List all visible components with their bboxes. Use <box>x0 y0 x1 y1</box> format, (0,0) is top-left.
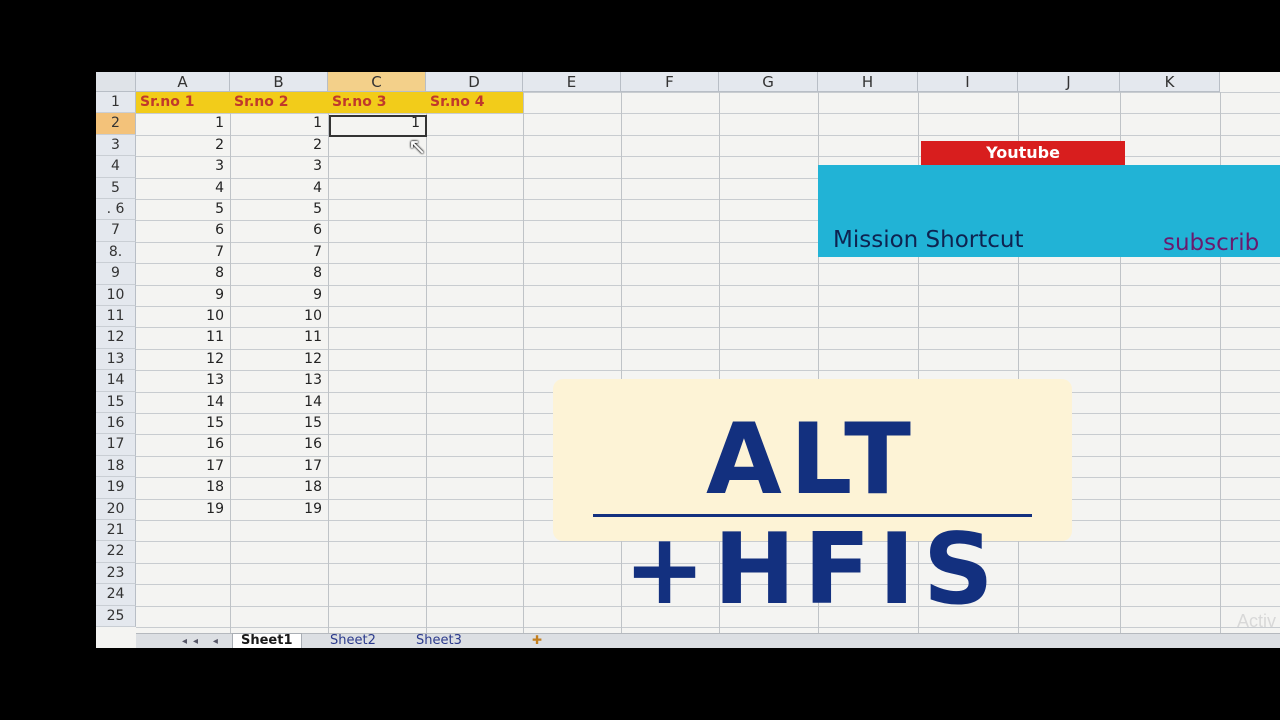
cell-b10[interactable]: 9 <box>230 285 328 306</box>
header-cell-b1[interactable]: Sr.no 2 <box>230 92 328 114</box>
cell-a18[interactable]: 17 <box>136 456 230 477</box>
column-header-k[interactable]: K <box>1120 72 1220 92</box>
cell-a12[interactable]: 11 <box>136 327 230 348</box>
column-header-g[interactable]: G <box>719 72 818 92</box>
gridline-vertical <box>328 92 329 636</box>
row-header-20[interactable]: 20 <box>96 498 136 520</box>
cell-b2[interactable]: 1 <box>230 113 328 134</box>
cell-a10[interactable]: 9 <box>136 285 230 306</box>
cell-b18[interactable]: 17 <box>230 456 328 477</box>
header-cell-c1[interactable]: Sr.no 3 <box>328 92 426 114</box>
cell-a7[interactable]: 6 <box>136 220 230 241</box>
row-header-8[interactable]: 8. <box>96 241 136 264</box>
row-header-17[interactable]: 17 <box>96 434 136 456</box>
mouse-cursor-icon: ↖ <box>408 134 427 159</box>
row-header-7[interactable]: 7 <box>96 220 136 242</box>
row-header-15[interactable]: 15 <box>96 391 136 413</box>
cell-b13[interactable]: 12 <box>230 349 328 370</box>
select-all-corner[interactable] <box>96 72 136 92</box>
cell-a9[interactable]: 8 <box>136 263 230 284</box>
header-cell-a1[interactable]: Sr.no 1 <box>136 92 230 114</box>
row-header-24[interactable]: 24 <box>96 584 136 606</box>
insert-sheet-icon[interactable]: ✚ <box>532 633 542 647</box>
column-header-h[interactable]: H <box>818 72 918 92</box>
column-header-j[interactable]: J <box>1018 72 1120 92</box>
row-header-2[interactable]: 2 <box>96 113 136 135</box>
cell-a3[interactable]: 2 <box>136 135 230 156</box>
column-header-i[interactable]: I <box>918 72 1018 92</box>
cell-b19[interactable]: 18 <box>230 477 328 498</box>
row-header-1[interactable]: 1 <box>96 92 136 114</box>
row-header-11[interactable]: 11 <box>96 306 136 328</box>
row-header-13[interactable]: 13 <box>96 348 136 371</box>
row-header-10[interactable]: 10 <box>96 284 136 306</box>
cell-a11[interactable]: 10 <box>136 306 230 327</box>
cell-b11[interactable]: 10 <box>230 306 328 327</box>
cell-a15[interactable]: 14 <box>136 392 230 413</box>
cell-a6[interactable]: 5 <box>136 199 230 220</box>
cell-a14[interactable]: 13 <box>136 370 230 391</box>
cell-a20[interactable]: 19 <box>136 499 230 520</box>
cell-a17[interactable]: 16 <box>136 434 230 455</box>
column-header-a[interactable]: A <box>136 72 230 92</box>
tab-sheet1[interactable]: Sheet1 <box>232 633 302 648</box>
cell-a13[interactable]: 12 <box>136 349 230 370</box>
cell-a5[interactable]: 4 <box>136 178 230 199</box>
tab-sheet3[interactable]: Sheet3 <box>408 634 470 648</box>
column-header-c[interactable]: C <box>328 72 426 92</box>
cell-b8[interactable]: 7 <box>230 242 328 263</box>
row-header-6[interactable]: . 6 <box>96 199 136 221</box>
cell-b9[interactable]: 8 <box>230 263 328 284</box>
cell-b3[interactable]: 2 <box>230 135 328 156</box>
cell-a19[interactable]: 18 <box>136 477 230 498</box>
header-cell-d1[interactable]: Sr.no 4 <box>426 92 523 114</box>
shortcut-overlay-card: ALT +HFIS <box>553 379 1072 625</box>
cell-b12[interactable]: 11 <box>230 327 328 348</box>
row-header-22[interactable]: 22 <box>96 541 136 563</box>
cell-a16[interactable]: 15 <box>136 413 230 434</box>
row-header-16[interactable]: 16 <box>96 413 136 435</box>
row-header-3[interactable]: 3 <box>96 134 136 157</box>
cell-b4[interactable]: 3 <box>230 156 328 177</box>
row-header-4[interactable]: 4 <box>96 156 136 178</box>
gridline-vertical <box>426 92 427 636</box>
row-header-9[interactable]: 9 <box>96 263 136 285</box>
row-header-5[interactable]: 5 <box>96 177 136 199</box>
cell-b20[interactable]: 19 <box>230 499 328 520</box>
cell-b5[interactable]: 4 <box>230 178 328 199</box>
column-header-d[interactable]: D <box>426 72 523 92</box>
mission-shortcut-text: Mission Shortcut <box>833 227 1024 253</box>
tab-sheet2[interactable]: Sheet2 <box>322 634 384 648</box>
row-header-12[interactable]: 12 <box>96 327 136 349</box>
row-header-23[interactable]: 23 <box>96 562 136 585</box>
cell-a8[interactable]: 7 <box>136 242 230 263</box>
column-header-f[interactable]: F <box>621 72 719 92</box>
column-header-e[interactable]: E <box>523 72 621 92</box>
gridline-vertical <box>523 92 524 636</box>
cell-b14[interactable]: 13 <box>230 370 328 391</box>
sheet-tab-bar: ◂◂ ◂ ▸ ▸▸ Sheet1 Sheet2 Sheet3 ✚ <box>136 633 1280 648</box>
cell-b6[interactable]: 5 <box>230 199 328 220</box>
cell-a4[interactable]: 3 <box>136 156 230 177</box>
row-header-25[interactable]: 25 <box>96 605 136 627</box>
youtube-label-cell: Youtube <box>921 141 1125 165</box>
shortcut-underline <box>593 514 1032 517</box>
activate-windows-watermark: Activ <box>1236 611 1276 631</box>
row-header-21[interactable]: 21 <box>96 520 136 542</box>
row-header-19[interactable]: 19 <box>96 477 136 499</box>
cell-b7[interactable]: 6 <box>230 220 328 241</box>
subscribe-text: subscrib <box>1163 230 1260 256</box>
cell-b15[interactable]: 14 <box>230 392 328 413</box>
cell-a2[interactable]: 1 <box>136 113 230 134</box>
row-header-18[interactable]: 18 <box>96 455 136 478</box>
cell-b17[interactable]: 16 <box>230 434 328 455</box>
column-header-b[interactable]: B <box>230 72 328 92</box>
cell-b16[interactable]: 15 <box>230 413 328 434</box>
row-header-14[interactable]: 14 <box>96 370 136 392</box>
gridline-horizontal <box>136 627 1280 628</box>
